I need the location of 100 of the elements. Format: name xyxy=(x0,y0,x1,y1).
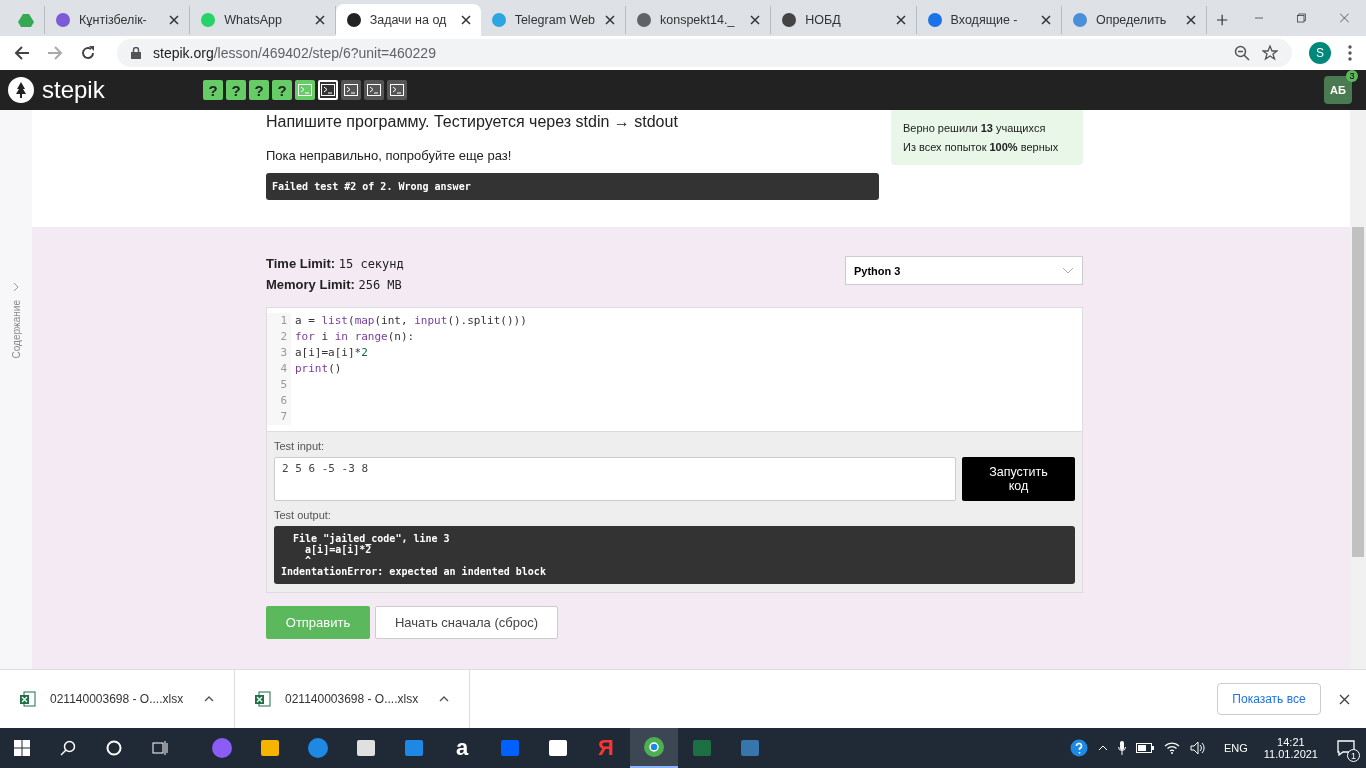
favicon-icon xyxy=(1071,12,1088,28)
menu-icon[interactable] xyxy=(1348,45,1352,61)
favicon-icon xyxy=(55,12,71,28)
chevron-down-icon xyxy=(1062,267,1074,274)
step-button[interactable] xyxy=(318,80,338,100)
reload-icon[interactable] xyxy=(80,45,96,61)
stats-text: Верно решили 13 учащихся xyxy=(903,122,1047,134)
close-icon[interactable] xyxy=(1339,693,1350,705)
output-line: ^ xyxy=(304,555,313,566)
app-icon xyxy=(739,737,761,759)
browser-icon xyxy=(643,736,665,758)
step-button[interactable]: ? xyxy=(272,80,292,100)
favicon-icon xyxy=(18,12,34,28)
caret-icon[interactable] xyxy=(439,696,449,702)
caret-icon[interactable] xyxy=(204,696,214,702)
close-icon[interactable] xyxy=(1186,15,1197,25)
browser-tab[interactable]: WhatsApp xyxy=(190,6,336,34)
task-view-icon[interactable] xyxy=(152,740,168,756)
favicon-icon xyxy=(345,12,362,28)
run-button[interactable]: Запустить код xyxy=(962,457,1075,501)
volume-icon[interactable] xyxy=(1189,741,1206,755)
zoom-out-icon[interactable] xyxy=(1234,45,1250,61)
wifi-icon[interactable] xyxy=(1163,742,1180,754)
favicon-icon xyxy=(926,12,943,28)
show-all-button[interactable]: Показать все xyxy=(1217,683,1321,715)
close-icon[interactable] xyxy=(750,15,761,25)
store-icon xyxy=(355,737,377,759)
windows-start-icon[interactable] xyxy=(14,740,30,756)
step-button[interactable] xyxy=(341,80,361,100)
new-tab-icon[interactable] xyxy=(1217,13,1228,27)
browser-tab[interactable]: Входящие - xyxy=(916,6,1062,34)
step-button[interactable]: ? xyxy=(226,80,246,100)
mail-icon xyxy=(403,737,425,759)
close-icon[interactable] xyxy=(1040,15,1051,25)
limit-text: Time Limit: 15 секунд xyxy=(266,256,404,271)
box-app-icon xyxy=(499,737,521,759)
browser-tab[interactable]: НОБД xyxy=(771,6,917,34)
taskbar-button[interactable]: Я xyxy=(582,728,630,768)
close-icon[interactable] xyxy=(895,15,906,25)
profile-avatar[interactable]: S xyxy=(1309,42,1331,64)
star-icon[interactable] xyxy=(1262,45,1278,61)
stepik-logo[interactable]: stepik xyxy=(8,76,203,104)
step-button[interactable] xyxy=(387,80,407,100)
input-language[interactable]: ENG xyxy=(1223,742,1248,754)
step-button[interactable]: ? xyxy=(203,80,223,100)
browser-tab[interactable]: Задачи на од xyxy=(335,4,481,36)
search-icon[interactable] xyxy=(60,740,76,756)
notification-badge: 3 xyxy=(1346,70,1358,82)
field-label: Test output: xyxy=(274,509,332,521)
back-icon[interactable] xyxy=(14,45,30,61)
line-number: 1 xyxy=(267,313,291,329)
favicon-icon xyxy=(781,12,798,28)
line-number: 3 xyxy=(267,345,291,361)
test-input-field[interactable]: 2 5 6 -5 -3 8 xyxy=(274,457,956,501)
browser-tab[interactable]: Telegram Web xyxy=(480,6,626,34)
close-icon[interactable] xyxy=(460,15,471,25)
circle-app-icon xyxy=(211,737,233,759)
app-icon xyxy=(547,737,569,759)
code-line: for i in range(n): xyxy=(294,329,415,345)
browser-icon xyxy=(307,737,329,759)
code-editor[interactable]: 1 a = list(map(int, input().split())) 2 for i in range(n): 3 a[i]=a[i]*2 4 print() 5 6 7 xyxy=(267,308,1082,432)
close-icon[interactable] xyxy=(169,15,180,25)
circle-icon[interactable] xyxy=(106,740,122,756)
code-line: a = list(map(int, input().split())) xyxy=(294,313,527,329)
language-select[interactable]: Python 3 xyxy=(845,256,1083,285)
close-icon[interactable] xyxy=(605,15,615,25)
reset-button[interactable]: Начать сначала (сброс) xyxy=(375,606,558,639)
scrollbar[interactable] xyxy=(1350,110,1366,669)
battery-icon[interactable] xyxy=(1135,743,1154,753)
chevron-up-icon[interactable] xyxy=(1097,745,1108,751)
clock[interactable]: 14:21 11.01.2021 xyxy=(1263,736,1318,760)
code-line: a[i]=a[i]*2 xyxy=(294,345,368,361)
address-field[interactable]: stepik.org/lesson/469402/step/6?unit=460229 xyxy=(117,39,1292,67)
browser-tab[interactable]: Кұнтізбелік- xyxy=(45,6,191,34)
limit-text: Memory Limit: 256 MB xyxy=(266,277,403,292)
microphone-icon[interactable] xyxy=(1117,741,1126,755)
chevron-icon xyxy=(13,282,19,292)
code-line: print() xyxy=(294,361,342,377)
notification-count: 1 xyxy=(1347,749,1360,762)
browser-tab[interactable]: Определить xyxy=(1061,6,1208,34)
line-number: 2 xyxy=(267,329,291,345)
result-message: Failed test #2 of 2. Wrong answer xyxy=(266,173,879,200)
step-button[interactable]: ? xyxy=(249,80,269,100)
app-glyph: Я xyxy=(598,735,614,761)
restore-icon[interactable] xyxy=(1297,12,1307,24)
taskbar-button[interactable]: a xyxy=(438,728,486,768)
line-number: 7 xyxy=(267,409,291,425)
browser-tab[interactable]: konspekt14._ xyxy=(626,6,772,34)
help-icon[interactable] xyxy=(1069,739,1088,757)
spreadsheet-icon xyxy=(20,691,36,707)
favicon-icon xyxy=(490,12,507,28)
line-number: 5 xyxy=(267,377,291,393)
spreadsheet-icon xyxy=(691,737,713,759)
step-button[interactable] xyxy=(364,80,384,100)
folder-icon xyxy=(259,737,281,759)
field-label: Test input: xyxy=(274,440,326,452)
output-line: File "jailed_code", line 3 xyxy=(292,533,451,544)
output-line: a[i]=a[i]*2 xyxy=(304,544,372,555)
close-icon[interactable] xyxy=(314,15,325,25)
favicon-icon xyxy=(636,12,652,28)
